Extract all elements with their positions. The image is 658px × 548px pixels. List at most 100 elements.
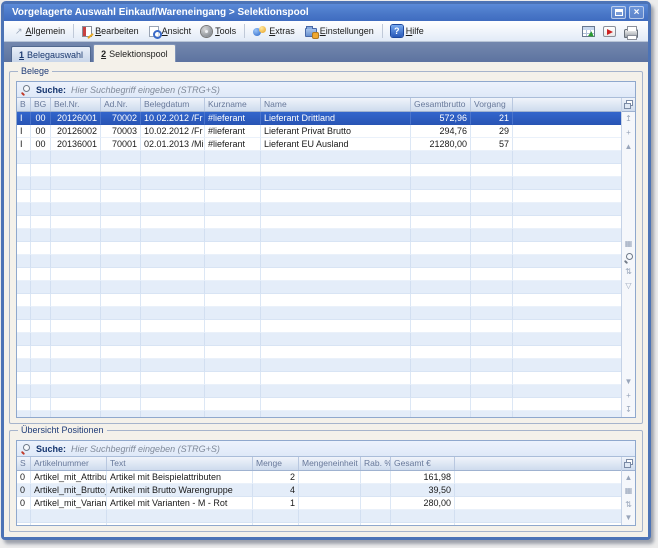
table-row[interactable]: I00201260017000210.02.2012 /Fr#lieferant… bbox=[17, 112, 621, 125]
menu-item-einstellungen[interactable]: Einstellungen bbox=[300, 24, 379, 39]
table-cell bbox=[205, 411, 261, 417]
table-cell bbox=[253, 523, 299, 525]
column-header[interactable]: Artikelnummer bbox=[31, 457, 107, 470]
table-cell bbox=[51, 398, 101, 411]
column-header[interactable]: Name bbox=[261, 98, 411, 111]
menu-item-ansicht[interactable]: Ansicht bbox=[144, 24, 197, 39]
tab-selektionspool[interactable]: 2Selektionspool bbox=[93, 44, 176, 62]
table-cell bbox=[17, 320, 31, 333]
scroll-bottom-icon[interactable]: ↧ bbox=[623, 404, 635, 416]
table-row-empty[interactable] bbox=[17, 523, 621, 525]
table-row-empty[interactable] bbox=[17, 307, 621, 320]
tab-belegauswahl[interactable]: 1Belegauswahl bbox=[11, 46, 91, 62]
scroll-up-icon[interactable]: ▲ bbox=[623, 141, 635, 153]
menu-item-tools[interactable]: Tools bbox=[196, 24, 241, 39]
table-cell bbox=[471, 307, 513, 320]
table-row-empty[interactable] bbox=[17, 398, 621, 411]
column-header[interactable]: Ad.Nr. bbox=[101, 98, 141, 111]
menu-item-label: Allgemein bbox=[26, 26, 66, 36]
sort-icon[interactable]: ⇅ bbox=[623, 266, 635, 278]
table-cell bbox=[101, 346, 141, 359]
table-row-empty[interactable] bbox=[17, 320, 621, 333]
table-row-empty[interactable] bbox=[17, 281, 621, 294]
toolbar-export-grid-icon[interactable] bbox=[582, 26, 595, 37]
table-row-empty[interactable] bbox=[17, 164, 621, 177]
table-cell: Lieferant EU Ausland bbox=[261, 138, 411, 151]
table-row[interactable]: 0Artikel_mit_Varianten.Artikel mit Varia… bbox=[17, 497, 621, 510]
menu-item-allgemein[interactable]: ↗Allgemein bbox=[10, 24, 70, 38]
column-header[interactable]: Text bbox=[107, 457, 253, 470]
table-cell bbox=[411, 242, 471, 255]
column-header[interactable]: Gesamt € bbox=[391, 457, 455, 470]
table-cell-filler bbox=[513, 372, 621, 385]
table-cell-filler bbox=[513, 359, 621, 372]
column-header[interactable]: Belegdatum bbox=[141, 98, 205, 111]
column-header[interactable]: Mengeneinheit bbox=[299, 457, 361, 470]
table-row-empty[interactable] bbox=[17, 151, 621, 164]
table-row-empty[interactable] bbox=[17, 333, 621, 346]
grid-view-icon[interactable]: ▦ bbox=[623, 486, 635, 498]
table-row-empty[interactable] bbox=[17, 385, 621, 398]
table-cell: 0 bbox=[17, 497, 31, 510]
table-cell bbox=[261, 268, 411, 281]
column-header[interactable]: BG bbox=[31, 98, 51, 111]
positionen-search-bar[interactable]: Suche: Hier Suchbegriff eingeben (STRG+S… bbox=[17, 441, 635, 457]
toolbar-print-icon[interactable] bbox=[624, 29, 638, 38]
menu-item-extras[interactable]: Extras bbox=[248, 24, 300, 39]
grid-view-icon[interactable]: ▦ bbox=[623, 238, 635, 250]
table-row-empty[interactable] bbox=[17, 268, 621, 281]
table-row-empty[interactable] bbox=[17, 190, 621, 203]
table-row[interactable]: I00201360017000102.01.2013 /Mi#lieferant… bbox=[17, 138, 621, 151]
table-row-empty[interactable] bbox=[17, 294, 621, 307]
column-chooser-icon[interactable] bbox=[623, 99, 635, 111]
belege-search-bar[interactable]: Suche: Hier Suchbegriff eingeben (STRG+S… bbox=[17, 82, 635, 98]
column-header[interactable]: S bbox=[17, 457, 31, 470]
column-header[interactable]: B bbox=[17, 98, 31, 111]
table-row-empty[interactable] bbox=[17, 229, 621, 242]
menu-tools-icon bbox=[201, 26, 212, 37]
row-insert-icon[interactable]: + bbox=[623, 127, 635, 139]
table-row-empty[interactable] bbox=[17, 216, 621, 229]
column-header[interactable]: Gesamtbrutto bbox=[411, 98, 471, 111]
column-header[interactable]: Menge bbox=[253, 457, 299, 470]
table-cell bbox=[101, 164, 141, 177]
menu-item-hilfe[interactable]: Hilfe bbox=[386, 23, 429, 39]
column-chooser-icon[interactable] bbox=[623, 458, 635, 470]
table-cell bbox=[471, 294, 513, 307]
scroll-top-icon[interactable]: ↥ bbox=[623, 113, 635, 125]
column-header[interactable]: Rab. % bbox=[361, 457, 391, 470]
table-row-empty[interactable] bbox=[17, 510, 621, 523]
table-cell bbox=[17, 268, 31, 281]
column-header[interactable]: Kurzname bbox=[205, 98, 261, 111]
table-row-empty[interactable] bbox=[17, 203, 621, 216]
column-header[interactable]: Bel.Nr. bbox=[51, 98, 101, 111]
table-row-empty[interactable] bbox=[17, 242, 621, 255]
table-row-empty[interactable] bbox=[17, 177, 621, 190]
table-row-empty[interactable] bbox=[17, 346, 621, 359]
column-header[interactable]: Vorgang bbox=[471, 98, 513, 111]
close-button[interactable]: × bbox=[629, 6, 644, 19]
row-insert-icon[interactable]: + bbox=[623, 390, 635, 402]
sort-icon[interactable]: ⇅ bbox=[623, 499, 635, 511]
table-cell bbox=[141, 294, 205, 307]
table-row[interactable]: I00201260027000310.02.2012 /Fr#lieferant… bbox=[17, 125, 621, 138]
table-row-empty[interactable] bbox=[17, 411, 621, 417]
table-row-empty[interactable] bbox=[17, 255, 621, 268]
scroll-down-icon[interactable]: ▼ bbox=[623, 376, 635, 388]
table-row[interactable]: 0Artikel_mit_AttributenArtikel mit Beisp… bbox=[17, 471, 621, 484]
menu-item-bearbeiten[interactable]: Bearbeiten bbox=[77, 24, 144, 39]
restore-button[interactable] bbox=[611, 6, 626, 19]
table-cell bbox=[101, 190, 141, 203]
filter-icon[interactable]: ▽ bbox=[623, 280, 635, 292]
table-row-empty[interactable] bbox=[17, 372, 621, 385]
table-cell bbox=[471, 229, 513, 242]
table-row[interactable]: 0Artikel_mit_Brutto_W(Artikel mit Brutto… bbox=[17, 484, 621, 497]
search-small-icon[interactable] bbox=[623, 252, 635, 264]
toolbar-exit-icon[interactable] bbox=[603, 26, 616, 37]
scroll-down-icon[interactable]: ▼ bbox=[623, 513, 635, 525]
table-cell bbox=[471, 164, 513, 177]
table-cell-filler bbox=[513, 164, 621, 177]
table-row-empty[interactable] bbox=[17, 359, 621, 372]
table-cell bbox=[261, 229, 411, 242]
scroll-up-icon[interactable]: ▲ bbox=[623, 472, 635, 484]
